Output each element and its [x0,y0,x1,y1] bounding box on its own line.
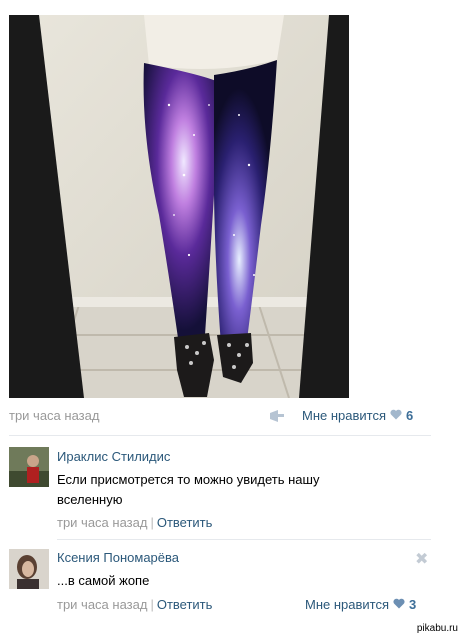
share-icon[interactable] [269,409,285,428]
post-time[interactable]: три часа назад [9,408,99,423]
comment-author[interactable]: Ираклис Стилидис [57,449,170,464]
comment-author[interactable]: Ксения Пономарёва [57,550,179,565]
post-like-label: Мне нравится [302,408,387,423]
divider [9,435,431,436]
meta-divider: | [150,597,154,612]
comment-like-button[interactable]: Мне нравится 3 [305,597,416,612]
heart-icon [393,597,405,612]
reply-button[interactable]: Ответить [157,515,213,530]
avatar[interactable] [9,549,49,589]
comment-meta: три часа назад | Ответить [57,515,212,530]
comment-like-count: 3 [409,597,417,612]
comment-like-label: Мне нравится [305,597,390,612]
reply-button[interactable]: Ответить [157,597,213,612]
comment-text: ...в самой жопе [57,573,150,588]
post-like-button[interactable]: Мне нравится 6 [302,408,413,423]
watermark: pikabu.ru [416,623,458,634]
post-like-count: 6 [406,408,414,423]
avatar[interactable] [9,447,49,487]
meta-divider: | [150,515,154,530]
post-photo[interactable] [9,15,349,398]
comment-time[interactable]: три часа назад [57,515,147,530]
close-icon[interactable]: ✖ [415,549,428,569]
comment-meta: три часа назад | Ответить [57,597,212,612]
heart-icon [390,408,402,423]
divider [57,539,431,540]
comment-text: Если присмотрется то можно увидеть нашу … [57,472,320,507]
comment-time[interactable]: три часа назад [57,597,147,612]
